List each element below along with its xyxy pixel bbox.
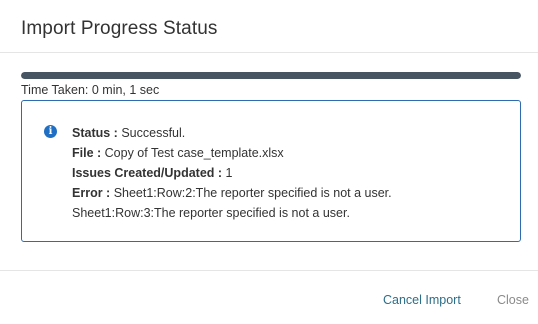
cancel-import-button[interactable]: Cancel Import xyxy=(383,293,461,307)
dialog-header: Import Progress Status xyxy=(0,0,538,53)
issues-line: Issues Created/Updated : 1 xyxy=(72,163,392,183)
status-info-box: i Status : Successful. File : Copy of Te… xyxy=(21,100,521,242)
file-line: File : Copy of Test case_template.xlsx xyxy=(72,143,392,163)
error-value-1: Sheet1:Row:2:The reporter specified is n… xyxy=(113,186,392,200)
error-value-2: Sheet1:Row:3:The reporter specified is n… xyxy=(72,206,350,220)
dialog-footer: Cancel Import Close xyxy=(0,270,538,324)
issues-label: Issues Created/Updated : xyxy=(72,166,223,180)
file-label: File : xyxy=(72,146,102,160)
time-taken-text: Time Taken: 0 min, 1 sec xyxy=(21,83,160,97)
info-icon: i xyxy=(44,125,57,138)
error-line: Error : Sheet1:Row:2:The reporter specif… xyxy=(72,183,392,203)
dialog-title: Import Progress Status xyxy=(21,18,218,39)
progress-bar-fill xyxy=(21,72,521,79)
issues-value: 1 xyxy=(225,166,233,180)
import-progress-dialog: Import Progress Status Time Taken: 0 min… xyxy=(0,0,538,324)
error-label: Error : xyxy=(72,186,111,200)
error-line-2: Sheet1:Row:3:The reporter specified is n… xyxy=(72,203,392,223)
close-button[interactable]: Close xyxy=(497,293,529,307)
status-value: Successful. xyxy=(121,126,186,140)
progress-bar xyxy=(21,72,521,79)
status-label: Status : xyxy=(72,126,118,140)
status-line: Status : Successful. xyxy=(72,123,392,143)
file-value: Copy of Test case_template.xlsx xyxy=(104,146,284,160)
status-details: Status : Successful. File : Copy of Test… xyxy=(72,123,392,223)
